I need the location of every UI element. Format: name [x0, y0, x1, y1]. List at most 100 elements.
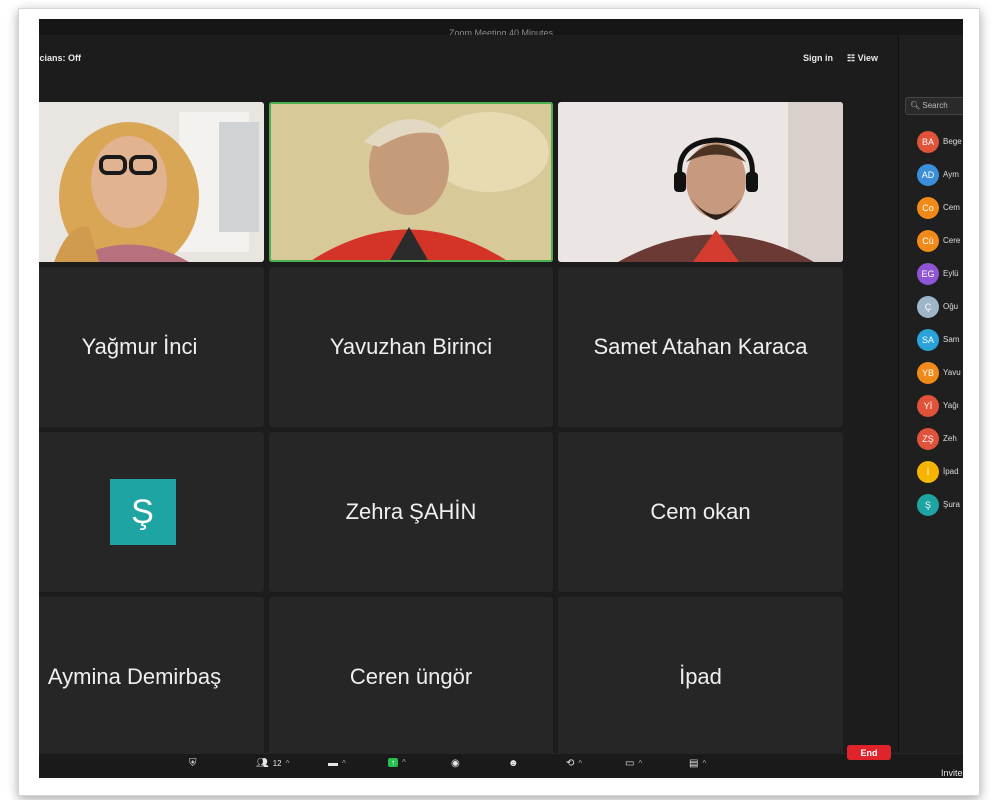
participant-avatar: AD [917, 163, 939, 186]
participant-tile-1[interactable]: Yağmur İnci [39, 267, 264, 427]
participant-list-name: Yağı [943, 401, 959, 410]
security-button[interactable]: ⛨ [189, 758, 197, 769]
participant-name: Yağmur İnci [81, 334, 198, 359]
participant-name: Samet Atahan Karaca [593, 334, 808, 359]
video-tile-3[interactable] [558, 102, 843, 262]
participant-list-item[interactable]: Cü Cere [917, 224, 962, 257]
participant-tile-5[interactable]: Zehra ŞAHİN [269, 432, 553, 592]
participant-list-name: Cere [943, 236, 961, 245]
participant-avatar: Ş [917, 493, 939, 516]
window-title: Zoom Meeting 40 Minutes [39, 19, 963, 35]
participants-count: 12 [272, 759, 282, 768]
chevron-up-icon: ^ [578, 759, 583, 768]
participant-avatar: Co [917, 196, 939, 219]
participant-avatar: Yİ [917, 394, 939, 417]
participant-list-item[interactable]: İ İpad [917, 455, 962, 488]
reactions-icon: ☻ [508, 758, 519, 769]
participant-list-name: Zeh [943, 434, 957, 443]
whiteboard-button[interactable]: ▭ ^ [625, 758, 642, 769]
participant-list-item[interactable]: Co Cem [917, 191, 962, 224]
participant-avatar: EG [917, 262, 939, 285]
participant-list-name: İpad [943, 467, 959, 476]
participant-list-item[interactable]: AD Aym [917, 158, 962, 191]
whiteboard-icon: ▭ [625, 758, 635, 769]
notes-button[interactable]: ▤ ^ [689, 758, 706, 769]
participant-name: Ceren üngör [349, 664, 473, 689]
record-icon: ◉ [451, 758, 460, 769]
participant-avatar: YB [917, 361, 939, 384]
participant-list-item[interactable]: YB Yavu [917, 356, 962, 389]
participant-avatar: ZŞ [917, 427, 939, 450]
participant-list-item[interactable]: ZŞ Zeh [917, 422, 962, 455]
apps-icon: ⟲ [566, 758, 575, 769]
view-button[interactable]: ☷ View [847, 53, 878, 64]
reactions-button[interactable]: ☻ [508, 758, 519, 769]
participants-panel: 🔍︎ Search BA Bege AD Aym Co Cem Cü Cere EG Eylü Ç O… [898, 35, 963, 778]
participant-tile-2[interactable]: Yavuzhan Birinci [269, 267, 553, 427]
participant-avatar: Ş [109, 479, 176, 545]
participant-search-input[interactable]: 🔍︎ Search [905, 97, 963, 115]
participant-avatar: Ç [917, 295, 939, 318]
musicians-mode-status: icians: Off [39, 53, 82, 63]
participant-list-name: Oğu [943, 302, 959, 311]
video-tile-2[interactable] [269, 102, 553, 262]
chevron-up-icon: ^ [402, 758, 406, 767]
participant-tile-9[interactable]: İpad [558, 597, 843, 757]
participant-tile-8[interactable]: Ceren üngör [269, 597, 553, 757]
end-meeting-button[interactable]: End [847, 745, 891, 760]
participant-name: Zehra ŞAHİN [345, 499, 477, 524]
search-placeholder: Search [922, 101, 948, 110]
participant-avatar: BA [917, 130, 939, 153]
participant-avatar: İ [917, 460, 939, 483]
participant-list-name: Cem [943, 203, 960, 212]
share-screen-icon: ↑ [388, 758, 398, 767]
participant-list: BA Bege AD Aym Co Cem Cü Cere EG Eylü Ç Oğu SA Sam YB Y… [917, 125, 962, 521]
chat-icon: ▬ [328, 758, 338, 769]
participant-name: İpad [679, 664, 722, 689]
avatar-letter: Ş [131, 492, 154, 531]
participant-list-name: Eylü [943, 269, 959, 278]
participant-list-item[interactable]: Ç Oğu [917, 290, 962, 323]
participant-list-item[interactable]: Yİ Yağı [917, 389, 962, 422]
chevron-up-icon: ^ [702, 759, 707, 768]
chat-button[interactable]: ▬ ^ [328, 758, 346, 769]
apps-button[interactable]: ⟲ ^ [566, 758, 582, 769]
participant-list-name: Yavu [943, 368, 961, 377]
participant-list-name: Şura [943, 500, 960, 509]
gallery-stage: icians: Off Sign in ☷ View Yağmur İnci Y… [39, 35, 898, 778]
participant-list-item[interactable]: SA Sam [917, 323, 962, 356]
participant-list-item[interactable]: BA Bege [917, 125, 962, 158]
participant-list-item[interactable]: EG Eylü [917, 257, 962, 290]
participant-tile-3[interactable]: Samet Atahan Karaca [558, 267, 843, 427]
participant-avatar: SA [917, 328, 939, 351]
participant-video-2 [269, 102, 553, 262]
grid-icon: ☷ [847, 53, 856, 63]
view-label: View [857, 53, 878, 63]
participant-name: Yavuzhan Birinci [329, 334, 493, 359]
zoom-window: Zoom Meeting 40 Minutes icians: Off Sign… [39, 19, 963, 778]
participant-list-name: Aym [943, 170, 959, 179]
chevron-up-icon: ^ [638, 759, 643, 768]
participant-name: Cem okan [650, 499, 751, 524]
search-icon: 🔍︎ [910, 101, 921, 110]
notes-icon: ▤ [689, 758, 699, 769]
chevron-up-icon: ^ [285, 759, 290, 768]
shield-icon: ⛨ [189, 758, 197, 769]
participant-avatar: Cü [917, 229, 939, 252]
participant-name: Aymina Demirbaş [47, 664, 222, 689]
participants-button[interactable]: 👥︎ 12 ^ [256, 758, 289, 769]
share-screen-button[interactable]: ↑ ^ [388, 758, 406, 767]
participant-tile-6[interactable]: Cem okan [558, 432, 843, 592]
video-tile-1[interactable] [39, 102, 264, 262]
participant-video-3 [558, 102, 843, 262]
sign-in-link[interactable]: Sign in [803, 53, 833, 64]
invite-button[interactable]: Invite [941, 768, 963, 778]
participant-list-item[interactable]: Ş Şura [917, 488, 962, 521]
participant-list-name: Bege [943, 137, 962, 146]
participant-tile-4[interactable]: Ş [39, 432, 264, 592]
participant-tile-7[interactable]: Aymina Demirbaş [39, 597, 264, 757]
top-right-controls: Sign in ☷ View [803, 53, 878, 64]
meeting-toolbar: ⛨ 👥︎ 12 ^ ▬ ^ ↑ ^ ◉ ☻ ⟲ ^ ▭ ^ ▤ ^ [39, 753, 963, 778]
record-button[interactable]: ◉ [451, 758, 460, 769]
participant-list-name: Sam [943, 335, 960, 344]
